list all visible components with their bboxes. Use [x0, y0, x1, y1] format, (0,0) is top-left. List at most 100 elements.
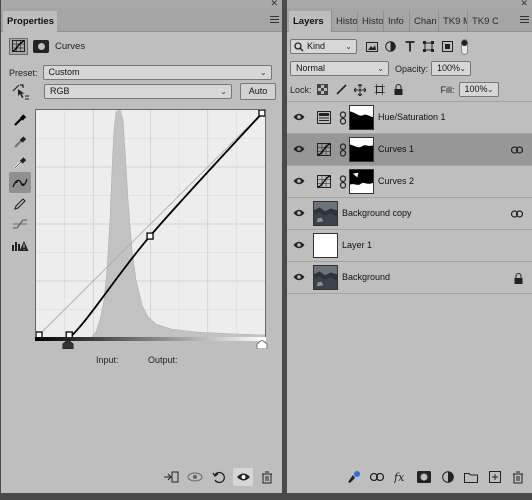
mask-link-icon[interactable] — [339, 175, 347, 189]
chevron-down-icon: ⌄ — [345, 42, 352, 51]
layer-name[interactable]: Curves 2 — [378, 176, 414, 186]
fill-field[interactable]: 100% ⌄ — [458, 82, 499, 97]
tab-tk9-m[interactable]: TK9 M — [438, 11, 467, 32]
filter-kind-select[interactable]: Kind ⌄ — [290, 39, 357, 54]
channel-row: RGB ⌄ Auto — [11, 83, 276, 100]
channel-select[interactable]: RGB ⌄ — [44, 84, 232, 99]
panel-menu-icon[interactable] — [270, 16, 279, 24]
layer-name[interactable]: Hue/Saturation 1 — [378, 112, 446, 122]
fill-value: 100% — [464, 84, 488, 94]
mask-link-icon[interactable] — [339, 143, 347, 157]
link-layers-icon[interactable] — [368, 468, 388, 486]
preset-select[interactable]: Custom ⌄ — [42, 65, 272, 80]
lock-image-pixels-icon[interactable] — [335, 83, 348, 96]
curve-control-point[interactable] — [146, 232, 154, 240]
layer-blank-thumbnail[interactable] — [313, 233, 338, 258]
edit-points-curve-icon[interactable] — [9, 172, 31, 193]
layer-name[interactable]: Background copy — [342, 208, 412, 218]
fill-label: Fill: — [440, 84, 455, 95]
auto-button[interactable]: Auto — [240, 83, 276, 100]
lock-artboard-icon[interactable] — [373, 83, 386, 96]
visibility-eye-icon[interactable] — [293, 208, 305, 218]
new-adjustment-layer-icon[interactable] — [438, 468, 458, 486]
tab-layers[interactable]: Layers — [289, 11, 331, 32]
lock-transparent-pixels-icon[interactable] — [316, 83, 329, 96]
toggle-visibility-icon[interactable] — [233, 468, 253, 486]
type-layer-filter-icon[interactable] — [403, 40, 416, 53]
visibility-eye-icon[interactable] — [293, 112, 305, 122]
layer-image-thumbnail[interactable] — [313, 265, 338, 290]
layer-name[interactable]: Layer 1 — [342, 240, 372, 250]
layer-mask-icon[interactable] — [33, 39, 49, 53]
layer-row[interactable]: Background — [287, 262, 532, 294]
new-layer-icon[interactable] — [485, 468, 505, 486]
tab-histogram[interactable]: Histo — [331, 11, 357, 32]
black-point-eyedropper-icon[interactable] — [9, 109, 31, 130]
layer-name[interactable]: Background — [342, 272, 390, 282]
layer-image-thumbnail[interactable] — [313, 201, 338, 226]
smooth-curve-icon[interactable] — [9, 213, 31, 234]
clip-to-layer-icon[interactable] — [161, 468, 181, 486]
layer-name[interactable]: Curves 1 — [378, 144, 414, 154]
layer-row[interactable]: Curves 2 — [287, 166, 532, 198]
curves-graph[interactable] — [35, 109, 266, 339]
adjustment-layer-filter-icon[interactable] — [384, 40, 397, 53]
on-image-adjust-icon[interactable] — [11, 83, 31, 100]
black-input-slider[interactable] — [62, 340, 74, 349]
visibility-eye-icon[interactable] — [293, 144, 305, 154]
delete-adjustment-icon[interactable] — [257, 468, 277, 486]
opacity-value: 100% — [437, 63, 461, 73]
visibility-eye-icon[interactable] — [293, 176, 305, 186]
white-point-eyedropper-icon[interactable] — [9, 152, 31, 173]
layer-row[interactable]: Layer 1 — [287, 230, 532, 262]
add-layer-mask-icon[interactable] — [415, 468, 435, 486]
white-input-slider[interactable] — [256, 340, 268, 349]
delete-layer-icon[interactable] — [509, 468, 529, 486]
curves-adjustment-icon[interactable] — [9, 37, 28, 55]
blend-row: Normal ⌄ Opacity: 100% ⌄ — [290, 61, 472, 76]
blend-mode-select[interactable]: Normal ⌄ — [290, 61, 389, 76]
layer-filter-row: Kind ⌄ — [290, 38, 468, 55]
curves-icon — [317, 175, 331, 188]
layers-panel-topbar: ✕ — [287, 0, 532, 8]
pixel-layer-filter-icon[interactable] — [365, 40, 378, 53]
gray-point-eyedropper-icon[interactable] — [9, 131, 31, 152]
clipping-warning-icon[interactable] — [9, 235, 31, 256]
content-credentials-icon[interactable] — [344, 468, 364, 486]
layer-row[interactable]: Hue/Saturation 1 — [287, 102, 532, 134]
tab-info[interactable]: Info — [383, 11, 409, 32]
layer-row[interactable]: Curves 1 — [287, 134, 532, 166]
tab-tk9-c[interactable]: TK9 C — [467, 11, 498, 32]
layers-panel: ✕ Layers Histo Histo Info Chan TK9 M TK9… — [287, 0, 532, 493]
tab-properties[interactable]: Properties — [3, 11, 57, 32]
mask-link-icon[interactable] — [339, 111, 347, 125]
filter-toggle-switch[interactable] — [461, 38, 468, 55]
reset-adjustments-icon[interactable] — [209, 468, 229, 486]
layer-list: Hue/Saturation 1 Curves 1 Curves 2 Backg… — [287, 101, 532, 294]
layer-style-fx-icon[interactable]: fx — [391, 468, 411, 486]
layer-mask-thumbnail[interactable] — [349, 105, 374, 130]
chevron-down-icon: ⌄ — [486, 85, 494, 94]
tab-channels[interactable]: Chan — [409, 11, 438, 32]
lock-all-icon[interactable] — [392, 83, 405, 96]
layer-row[interactable]: Background copy — [287, 198, 532, 230]
preset-label: Preset: — [9, 67, 38, 78]
opacity-field[interactable]: 100% ⌄ — [431, 61, 472, 76]
tab-histogram-2[interactable]: Histo — [357, 11, 383, 32]
smart-object-filter-icon[interactable] — [441, 40, 454, 53]
shape-layer-filter-icon[interactable] — [422, 40, 435, 53]
curve-control-point[interactable] — [258, 110, 265, 117]
lock-position-icon[interactable] — [354, 83, 367, 96]
view-previous-state-icon[interactable] — [185, 468, 205, 486]
chevron-down-icon: ⌄ — [259, 68, 267, 77]
lock-label: Lock: — [290, 84, 312, 95]
properties-tab-bar: Properties — [1, 8, 282, 32]
layer-mask-thumbnail[interactable] — [349, 137, 374, 162]
link-icon — [511, 210, 523, 218]
visibility-eye-icon[interactable] — [293, 272, 305, 282]
visibility-eye-icon[interactable] — [293, 240, 305, 250]
pencil-draw-icon[interactable] — [9, 193, 31, 214]
new-group-folder-icon[interactable] — [462, 468, 482, 486]
panel-menu-icon[interactable] — [520, 16, 529, 24]
layer-mask-thumbnail[interactable] — [349, 169, 374, 194]
